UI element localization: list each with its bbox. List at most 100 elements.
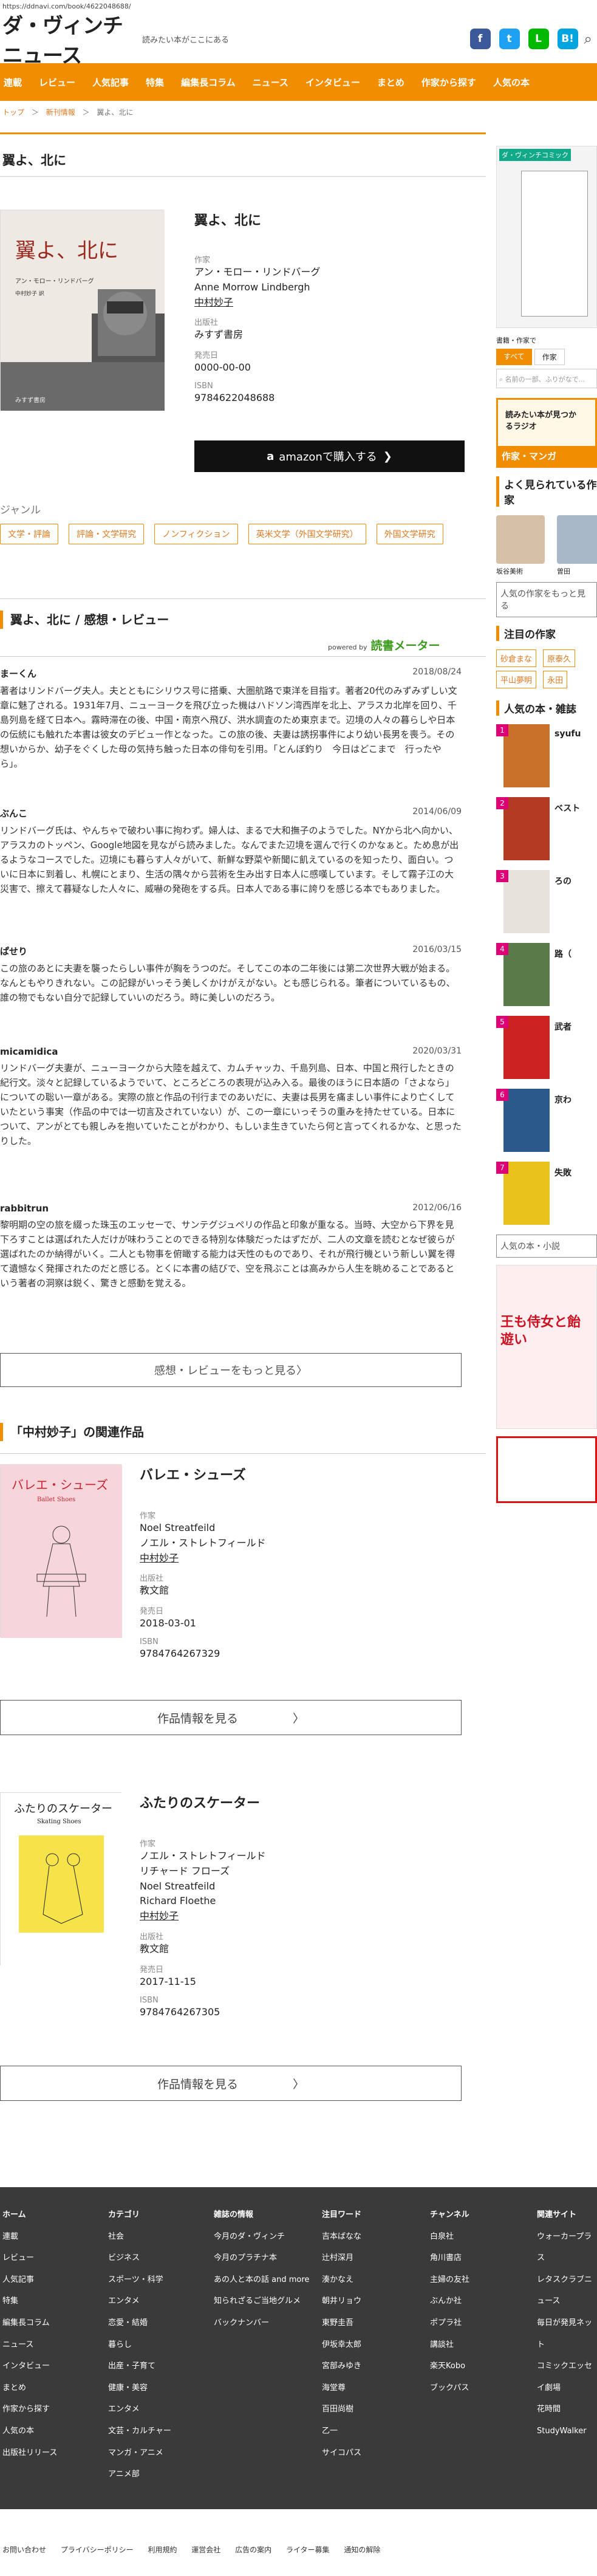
footer-link[interactable]: 社会 — [108, 2226, 171, 2248]
nav-item[interactable]: 作家から探す — [418, 76, 490, 89]
footer-link[interactable]: 連載 — [2, 2226, 57, 2248]
footer-link[interactable]: 角川書店 — [430, 2247, 469, 2269]
amazon-button[interactable]: a amazonで購入する ❯ — [194, 440, 465, 472]
nav-item[interactable]: 人気の本 — [490, 76, 543, 89]
ranking-item[interactable]: 6 京わ — [496, 1089, 597, 1157]
keyword-tag[interactable]: 砂倉まな — [496, 649, 537, 667]
footer-link[interactable]: ウォーカープラス — [537, 2226, 597, 2269]
footer-link[interactable]: 吉本ばなな — [322, 2226, 361, 2248]
comic-banner[interactable]: ダ・ヴィンチコミック — [496, 146, 597, 328]
footer-bottom-link[interactable]: ライター募集 — [286, 2546, 330, 2554]
footer-link[interactable]: コミックエッセイ劇場 — [537, 2355, 597, 2399]
manga-banner[interactable]: 王も侍女と飴遊い — [496, 1265, 597, 1429]
ad-banner[interactable] — [496, 1436, 597, 1503]
search-tab-author[interactable]: 作家 — [534, 349, 565, 365]
author-card[interactable]: 曽田 — [557, 515, 597, 576]
footer-link[interactable]: レビュー — [2, 2247, 57, 2269]
review-user[interactable]: ぶんこ — [0, 807, 27, 820]
genre-tag[interactable]: 文学・評論 — [0, 524, 58, 544]
nav-item[interactable]: 特集 — [142, 76, 177, 89]
more-authors-button[interactable]: 人気の作家をもっと見る — [496, 582, 597, 617]
keyword-tag[interactable]: 永田 — [543, 671, 568, 688]
view-work-button[interactable]: 作品情報を見る 〉 — [0, 1700, 462, 1735]
nav-item[interactable]: レビュー — [35, 76, 89, 89]
footer-heading[interactable]: 雑誌の情報 — [214, 2204, 309, 2226]
nav-item[interactable]: まとめ — [374, 76, 418, 89]
footer-link[interactable]: 人気の本 — [2, 2420, 57, 2442]
footer-link[interactable]: バックナンバー — [214, 2312, 309, 2334]
footer-link[interactable]: マンガ・アニメ — [108, 2442, 171, 2464]
footer-heading[interactable]: カテゴリ — [108, 2204, 171, 2226]
footer-heading[interactable]: ホーム — [2, 2204, 57, 2226]
footer-link[interactable]: 出産・子育て — [108, 2355, 171, 2377]
nav-item[interactable]: 編集長コラム — [177, 76, 249, 89]
twitter-icon[interactable]: t — [499, 29, 520, 49]
author-link[interactable]: 中村妙子 — [140, 1551, 443, 1566]
review-user[interactable]: micamidica — [0, 1046, 58, 1057]
line-icon[interactable]: L — [528, 29, 549, 49]
ranking-item[interactable]: 4 路（ — [496, 943, 597, 1011]
book-cover[interactable]: 翼よ、北に アン・モロー・リンドバーグ 中村妙子 訳 みすず書房 — [0, 210, 165, 411]
ranking-item[interactable]: 1 syufu — [496, 724, 597, 792]
footer-link[interactable]: 出版社リリース — [2, 2442, 57, 2464]
footer-link[interactable]: 知られざるご当地グルメ — [214, 2290, 309, 2312]
footer-link[interactable]: エンタメ — [108, 2290, 171, 2312]
footer-link[interactable]: レタスクラブニュース — [537, 2269, 597, 2312]
footer-link[interactable]: 楽天Kobo — [430, 2355, 469, 2377]
footer-link[interactable]: 文芸・カルチャー — [108, 2420, 171, 2442]
footer-link[interactable]: 恋愛・結婚 — [108, 2312, 171, 2334]
footer-bottom-link[interactable]: プライバシーポリシー — [61, 2546, 134, 2554]
view-work-button[interactable]: 作品情報を見る 〉 — [0, 2066, 462, 2101]
footer-link[interactable]: 百田尚樹 — [322, 2399, 361, 2420]
footer-link[interactable]: スポーツ・科学 — [108, 2269, 171, 2291]
footer-link[interactable]: 湊かなえ — [322, 2269, 361, 2291]
keyword-tag[interactable]: 平山夢明 — [496, 671, 537, 688]
footer-link[interactable]: 編集長コラム — [2, 2312, 57, 2334]
footer-link[interactable]: 特集 — [2, 2290, 57, 2312]
site-logo[interactable]: ダ・ヴィンチニュース — [2, 9, 142, 69]
footer-link[interactable]: インタビュー — [2, 2355, 57, 2377]
footer-link[interactable]: あの人と本の話 and more — [214, 2269, 309, 2291]
genre-tag[interactable]: ノンフィクション — [154, 524, 238, 544]
author-link[interactable]: 中村妙子 — [140, 1909, 443, 1924]
related-cover[interactable]: バレエ・シューズ Ballet Shoes — [0, 1464, 122, 1638]
footer-link[interactable]: 東野圭吾 — [322, 2312, 361, 2334]
footer-link[interactable]: 今月のダ・ヴィンチ — [214, 2226, 309, 2248]
footer-link[interactable]: ニュース — [2, 2334, 57, 2356]
nav-item[interactable]: 連載 — [0, 76, 35, 89]
footer-link[interactable]: 伊坂幸太郎 — [322, 2334, 361, 2356]
footer-link[interactable]: 健康・美容 — [108, 2377, 171, 2399]
related-cover[interactable]: ふたりのスケーター Skating Shoes — [0, 1792, 122, 1966]
breadcrumb-new[interactable]: 新刊情報 — [46, 108, 75, 117]
footer-bottom-link[interactable]: 通知の解除 — [344, 2546, 380, 2554]
footer-link[interactable]: 花時間 — [537, 2399, 597, 2420]
nav-item[interactable]: ニュース — [249, 76, 302, 89]
footer-link[interactable]: ぶんか社 — [430, 2290, 469, 2312]
footer-bottom-link[interactable]: 運営会社 — [191, 2546, 220, 2554]
genre-tag[interactable]: 外国文学研究 — [376, 524, 443, 544]
footer-link[interactable]: 白泉社 — [430, 2226, 469, 2248]
footer-heading[interactable]: 関連サイト — [537, 2204, 597, 2226]
footer-link[interactable]: 作家から探す — [2, 2399, 57, 2420]
footer-bottom-link[interactable]: 広告の案内 — [235, 2546, 271, 2554]
radio-banner[interactable]: 読みたい本が見つかるラジオ 作家・マンガ — [496, 398, 597, 468]
footer-link[interactable]: 乙一 — [322, 2420, 361, 2442]
author-link[interactable]: 中村妙子 — [194, 295, 468, 310]
footer-link[interactable]: 毎日が発見ネット — [537, 2312, 597, 2355]
footer-link[interactable]: アニメ部 — [108, 2464, 171, 2485]
footer-link[interactable]: 人気記事 — [2, 2269, 57, 2291]
footer-link[interactable]: エンタメ — [108, 2399, 171, 2420]
keyword-tag[interactable]: 原泰久 — [543, 649, 576, 667]
footer-bottom-link[interactable]: 利用規約 — [148, 2546, 177, 2554]
hatena-icon[interactable]: B! — [557, 29, 578, 49]
author-card[interactable]: 坂谷美術 — [496, 515, 545, 576]
footer-link[interactable]: ビジネス — [108, 2247, 171, 2269]
review-user[interactable]: rabbitrun — [0, 1203, 49, 1214]
ranking-item[interactable]: 7 失敗 — [496, 1162, 597, 1230]
footer-link[interactable]: 朝井リョウ — [322, 2290, 361, 2312]
search-icon[interactable]: ⌕ — [584, 30, 592, 47]
footer-link[interactable]: ポプラ社 — [430, 2312, 469, 2334]
genre-tag[interactable]: 英米文学（外国文学研究） — [248, 524, 366, 544]
footer-bottom-link[interactable]: お問い合わせ — [2, 2546, 46, 2554]
breadcrumb-home[interactable]: トップ — [2, 108, 24, 117]
